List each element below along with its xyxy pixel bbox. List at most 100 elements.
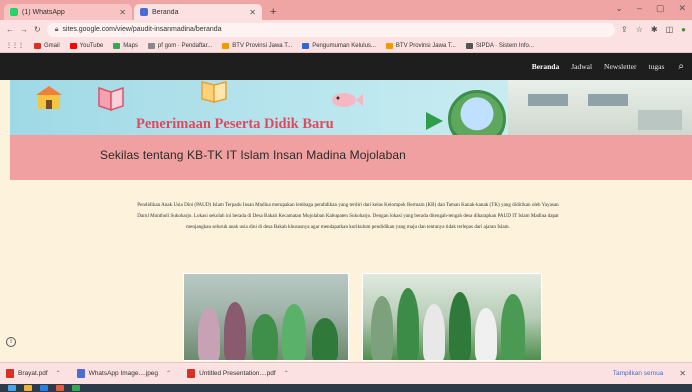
sidebar-icon[interactable]: ◫ xyxy=(666,25,674,34)
window-decoration xyxy=(528,94,568,106)
taskbar-app-icon[interactable] xyxy=(40,385,48,391)
tab-label: (1) WhatsApp xyxy=(22,8,65,16)
tab-whatsapp[interactable]: (1) WhatsApp ✕ xyxy=(4,4,132,20)
apps-icon[interactable]: ⋮⋮⋮ xyxy=(6,42,24,49)
chevron-up-icon[interactable]: ⌃ xyxy=(166,370,171,377)
bookmark-item[interactable]: YouTube xyxy=(69,42,103,49)
students-photo-left[interactable] xyxy=(183,273,349,361)
bookmark-favicon-icon xyxy=(147,42,155,49)
person-figure xyxy=(282,304,306,360)
show-all-downloads-link[interactable]: Tampilkan semua xyxy=(613,370,664,377)
lock-icon: 🔒︎ xyxy=(54,25,59,33)
download-item[interactable]: Untitled Presentation....pdf ⌃ xyxy=(187,369,289,378)
search-icon[interactable]: ⌕ xyxy=(678,61,684,72)
chevron-down-icon[interactable]: ⌄ xyxy=(615,3,623,14)
image-file-icon xyxy=(76,369,85,378)
screen: (1) WhatsApp ✕ Beranda ✕ + ⌄ – ▢ ✕ ← → ↻… xyxy=(0,0,692,392)
bookmark-item[interactable]: SIPDA · Sistem Info... xyxy=(465,42,534,49)
download-item[interactable]: Brayat.pdf ⌃ xyxy=(6,369,61,378)
taskbar-app-icon[interactable] xyxy=(72,385,80,391)
url-text: sites.google.com/view/paudit-insanmadina… xyxy=(62,26,222,33)
person-figure xyxy=(423,304,445,360)
bookmark-item[interactable]: Gmail xyxy=(34,42,60,49)
person-figure xyxy=(312,318,338,360)
tab-beranda[interactable]: Beranda ✕ xyxy=(134,4,262,20)
address-toolbar: ← → ↻ 🔒︎ sites.google.com/view/paudit-in… xyxy=(0,20,692,39)
book-illustration-icon xyxy=(98,86,124,112)
intro-paragraph: Pendidikan Anak Usia Dini (PAUD) Islam T… xyxy=(137,202,559,230)
url-bar[interactable]: 🔒︎ sites.google.com/view/paudit-insanmad… xyxy=(46,22,616,37)
back-icon[interactable]: ← xyxy=(6,25,14,34)
bookmark-item[interactable]: pf gom · Pendaftar... xyxy=(147,42,212,49)
bookmark-favicon-icon xyxy=(113,42,121,49)
person-figure xyxy=(449,292,471,360)
maximize-icon[interactable]: ▢ xyxy=(656,3,665,14)
forward-icon[interactable]: → xyxy=(20,25,28,34)
hero-banner: Penerimaan Peserta Didik Baru xyxy=(10,80,692,135)
site-navigation: Beranda Jadwal Newsletter tugas ⌕ xyxy=(0,53,692,80)
download-item[interactable]: WhatsApp Image....jpeg ⌃ xyxy=(76,369,171,378)
window-controls: ⌄ – ▢ ✕ xyxy=(615,3,686,14)
chevron-up-icon[interactable]: ⌃ xyxy=(284,370,289,377)
pdf-file-icon xyxy=(6,369,14,378)
new-tab-button[interactable]: + xyxy=(264,4,282,20)
reload-icon[interactable]: ↻ xyxy=(34,25,41,34)
students-photo-right[interactable] xyxy=(362,273,542,361)
person-figure xyxy=(501,294,525,360)
person-figure xyxy=(397,288,419,360)
bookmark-item[interactable]: BTV Provinsi Jawa T... xyxy=(385,42,456,49)
chevron-up-icon[interactable]: ⌃ xyxy=(56,370,61,377)
bookmark-favicon-icon xyxy=(69,42,77,49)
person-figure xyxy=(371,296,393,360)
bookmark-item[interactable]: Pengumuman Kelulus... xyxy=(302,42,376,49)
extensions-icon[interactable]: ✱ xyxy=(651,25,658,34)
share-icon[interactable]: ⇪ xyxy=(621,25,628,34)
house-illustration-icon xyxy=(36,86,62,109)
close-icon[interactable]: ✕ xyxy=(119,8,126,17)
bookmark-item[interactable]: Maps xyxy=(113,42,138,49)
banner-title: Penerimaan Peserta Didik Baru xyxy=(136,116,334,132)
person-figure xyxy=(224,302,246,360)
fish-illustration-icon xyxy=(332,93,363,107)
window-decoration xyxy=(638,110,682,130)
bookmark-item[interactable]: BTV Provinsi Jawa T... xyxy=(222,42,292,49)
person-figure xyxy=(198,308,220,360)
bookmark-favicon-icon xyxy=(34,42,41,49)
star-icon[interactable]: ☆ xyxy=(636,25,643,34)
downloads-bar: Brayat.pdf ⌃ WhatsApp Image....jpeg ⌃ Un… xyxy=(0,362,692,384)
taskbar-app-icon[interactable] xyxy=(56,385,64,391)
whatsapp-icon xyxy=(10,8,18,16)
close-icon[interactable]: ✕ xyxy=(249,8,256,17)
pdf-file-icon xyxy=(187,369,196,378)
book-illustration-icon xyxy=(201,81,227,103)
google-sites-icon xyxy=(140,8,148,16)
minimize-icon[interactable]: – xyxy=(637,3,642,14)
bookmark-favicon-icon xyxy=(302,42,310,49)
person-figure xyxy=(475,308,497,360)
close-icon[interactable]: ✕ xyxy=(679,369,686,378)
section-title: Sekilas tentang KB-TK IT Islam Insan Mad… xyxy=(100,148,406,162)
nav-tugas[interactable]: tugas xyxy=(649,62,665,71)
nav-jadwal[interactable]: Jadwal xyxy=(571,62,592,71)
window-decoration xyxy=(588,94,628,106)
close-window-icon[interactable]: ✕ xyxy=(678,3,686,14)
school-photo-circle xyxy=(448,90,506,135)
bookmark-favicon-icon xyxy=(465,42,473,49)
browser-tab-bar: (1) WhatsApp ✕ Beranda ✕ + ⌄ – ▢ ✕ xyxy=(0,0,692,20)
tab-label: Beranda xyxy=(152,8,179,16)
profile-icon[interactable]: ● xyxy=(681,25,686,34)
os-taskbar xyxy=(0,384,692,392)
info-icon[interactable]: i xyxy=(6,337,16,347)
school-building-photo xyxy=(508,80,692,135)
windows-start-icon[interactable] xyxy=(8,385,16,391)
play-arrow-icon xyxy=(426,112,443,130)
bookmark-favicon-icon xyxy=(385,42,393,49)
person-figure xyxy=(252,314,278,360)
intro-title-band: Sekilas tentang KB-TK IT Islam Insan Mad… xyxy=(10,135,692,180)
bookmark-favicon-icon xyxy=(222,42,230,49)
nav-newsletter[interactable]: Newsletter xyxy=(604,62,637,71)
nav-beranda[interactable]: Beranda xyxy=(532,62,560,71)
toolbar-actions: ⇪ ☆ ✱ ◫ ● xyxy=(621,25,686,34)
bookmarks-bar: ⋮⋮⋮ Gmail YouTube Maps pf gom · Pendafta… xyxy=(0,39,692,53)
taskbar-app-icon[interactable] xyxy=(24,385,32,391)
